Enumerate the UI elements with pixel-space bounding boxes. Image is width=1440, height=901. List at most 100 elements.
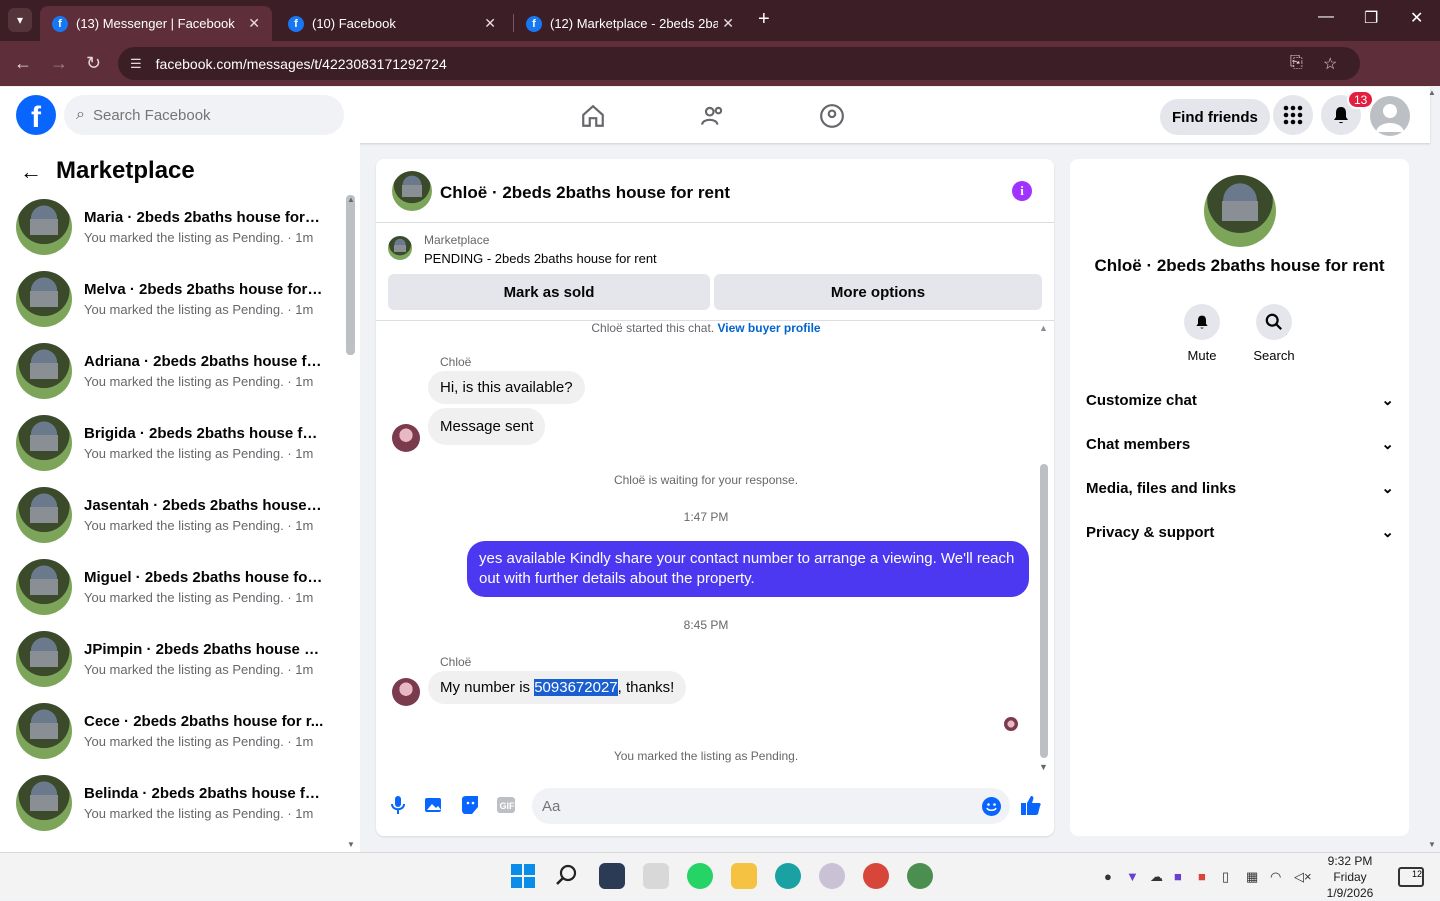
search-input[interactable]	[92, 106, 313, 124]
privacy-support-section[interactable]: Privacy & support ⌄	[1086, 510, 1394, 554]
chrome-icon[interactable]	[863, 863, 889, 889]
store-icon[interactable]	[643, 863, 669, 889]
tray-icon[interactable]: ▼	[1126, 869, 1139, 884]
info-icon[interactable]: i	[1012, 181, 1032, 201]
tab-messenger[interactable]: f (13) Messenger | Facebook ✕	[40, 6, 272, 41]
scroll-up-icon[interactable]: ▲	[1039, 323, 1048, 333]
home-icon[interactable]	[578, 101, 608, 131]
conversation-item[interactable]: Melva · 2beds 2baths house for ... You ma…	[16, 263, 336, 335]
facebook-search[interactable]: ⌕	[64, 95, 344, 135]
chat-listing-thumbnail[interactable]	[392, 171, 432, 211]
back-icon[interactable]: ←	[14, 53, 32, 74]
search-action[interactable]: Search	[1244, 304, 1304, 363]
groups-icon[interactable]	[817, 101, 847, 131]
wifi-icon[interactable]: ◠	[1270, 869, 1281, 885]
chat-title[interactable]: Chloë · 2beds 2baths house for rent	[440, 183, 730, 203]
omnibox[interactable]: ☰ facebook.com/messages/t/42230831712927…	[118, 47, 1360, 80]
app-icon[interactable]	[819, 863, 845, 889]
file-explorer-icon[interactable]	[731, 863, 757, 889]
edge-icon[interactable]	[775, 863, 801, 889]
site-info-icon[interactable]: ☰	[130, 56, 142, 72]
more-options-button[interactable]: More options	[714, 274, 1042, 310]
profile-avatar[interactable]	[1370, 96, 1410, 136]
bell-icon[interactable]	[1184, 304, 1220, 340]
close-window-icon[interactable]: ✕	[1410, 8, 1423, 28]
media-files-links-section[interactable]: Media, files and links ⌄	[1086, 466, 1394, 510]
chat-scrollbar[interactable]	[1040, 464, 1048, 758]
outgoing-message[interactable]: yes available Kindly share your contact …	[467, 541, 1029, 597]
notification-center-icon[interactable]: 12	[1398, 867, 1424, 887]
page-scroll-down-icon[interactable]: ▼	[1428, 840, 1436, 849]
sidebar-scrollbar[interactable]	[346, 195, 355, 355]
forward-icon[interactable]: →	[50, 53, 68, 74]
close-tab-icon[interactable]: ✕	[722, 15, 734, 32]
chat-members-section[interactable]: Chat members ⌄	[1086, 422, 1394, 466]
windows-start-icon[interactable]	[510, 863, 536, 889]
sender-avatar[interactable]	[392, 424, 420, 452]
thumbs-up-icon[interactable]	[1020, 794, 1042, 822]
sender-avatar[interactable]	[392, 678, 420, 706]
new-tab-icon[interactable]: +	[758, 8, 770, 31]
customize-chat-section[interactable]: Customize chat ⌄	[1086, 378, 1394, 422]
photo-icon[interactable]	[424, 795, 444, 815]
clock-date: 1/9/2026	[1326, 886, 1374, 900]
conversation-item[interactable]: Miguel · 2beds 2baths house for... You ma…	[16, 551, 336, 623]
conversation-item[interactable]: Belinda · 2beds 2baths house fo... You ma…	[16, 767, 336, 839]
volume-muted-icon[interactable]: ◁×	[1294, 869, 1312, 885]
conversation-item[interactable]: Brigida · 2beds 2baths house for... You m…	[16, 407, 336, 479]
menu-grid-icon[interactable]	[1273, 95, 1313, 135]
close-tab-icon[interactable]: ✕	[248, 15, 260, 32]
mute-action[interactable]: Mute	[1172, 304, 1232, 363]
message-input[interactable]	[532, 788, 1010, 824]
find-friends-button[interactable]: Find friends	[1160, 99, 1270, 135]
clock-day: Friday	[1333, 870, 1367, 884]
tray-icon[interactable]: ☁	[1150, 869, 1163, 885]
gif-icon[interactable]: GIF	[496, 795, 516, 815]
conversation-name: Adriana · 2beds 2baths house fo...	[84, 353, 324, 370]
page-scroll-up-icon[interactable]: ▲	[1428, 88, 1436, 97]
conversation-item[interactable]: Maria · 2beds 2baths house for r... You m…	[16, 191, 336, 263]
tray-icon[interactable]: ▯	[1222, 869, 1229, 885]
scroll-down-icon[interactable]: ▼	[347, 840, 355, 849]
highlighted-phone-number[interactable]: 5093672027	[534, 679, 618, 696]
emoji-icon[interactable]	[982, 797, 1001, 816]
restore-icon[interactable]: ❐	[1364, 8, 1378, 28]
conversation-name: Melva · 2beds 2baths house for ...	[84, 281, 324, 298]
minimize-icon[interactable]: —	[1318, 8, 1334, 26]
system-clock[interactable]: 9:32 PM Friday 1/9/2026	[1320, 853, 1380, 901]
sticker-icon[interactable]	[460, 795, 480, 815]
install-app-icon[interactable]: ⎘	[1290, 54, 1303, 72]
conversation-item[interactable]: JPimpin · 2beds 2baths house fo... You ma…	[16, 623, 336, 695]
scroll-up-icon[interactable]: ▲	[347, 195, 355, 204]
tray-icon[interactable]: ●	[1104, 869, 1112, 884]
bookmark-star-icon[interactable]: ☆	[1323, 54, 1337, 74]
tab-marketplace[interactable]: f (12) Marketplace - 2beds 2baths ✕	[514, 6, 746, 41]
conversation-item[interactable]: Adriana · 2beds 2baths house fo... You ma…	[16, 335, 336, 407]
back-arrow-icon[interactable]: ←	[20, 159, 42, 185]
mark-as-sold-button[interactable]: Mark as sold	[388, 274, 710, 310]
tab-search-dropdown-icon[interactable]: ▾	[8, 8, 32, 32]
incoming-message[interactable]: My number is 5093672027, thanks!	[428, 671, 687, 704]
reload-icon[interactable]: ↻	[86, 53, 101, 74]
tray-icon[interactable]: ■	[1198, 869, 1206, 884]
conversation-item[interactable]: Cece · 2beds 2baths house for r... You ma…	[16, 695, 336, 767]
tab-facebook[interactable]: f (10) Facebook ✕	[276, 6, 508, 41]
search-icon[interactable]	[1256, 304, 1292, 340]
incoming-message[interactable]: Message sent	[428, 408, 546, 445]
task-view-icon[interactable]	[599, 863, 625, 889]
conversation-item[interactable]: Jasentah · 2beds 2baths house f... You ma…	[16, 479, 336, 551]
friends-icon[interactable]	[698, 101, 728, 131]
chat-info-thumbnail[interactable]	[1204, 175, 1276, 247]
incoming-message[interactable]: Hi, is this available?	[428, 371, 585, 404]
facebook-logo-icon[interactable]: f	[16, 95, 56, 135]
tray-icon[interactable]: ▦	[1246, 869, 1258, 885]
whatsapp-icon[interactable]	[687, 863, 713, 889]
tab-title: (10) Facebook	[312, 16, 396, 31]
search-icon[interactable]	[555, 863, 581, 889]
tray-icon[interactable]: ■	[1174, 869, 1182, 884]
view-buyer-profile-link[interactable]: View buyer profile	[717, 321, 820, 335]
chrome-profile-icon[interactable]	[907, 863, 933, 889]
url-text[interactable]: facebook.com/messages/t/4223083171292724	[156, 56, 447, 72]
microphone-icon[interactable]	[388, 795, 408, 815]
close-tab-icon[interactable]: ✕	[484, 15, 496, 32]
